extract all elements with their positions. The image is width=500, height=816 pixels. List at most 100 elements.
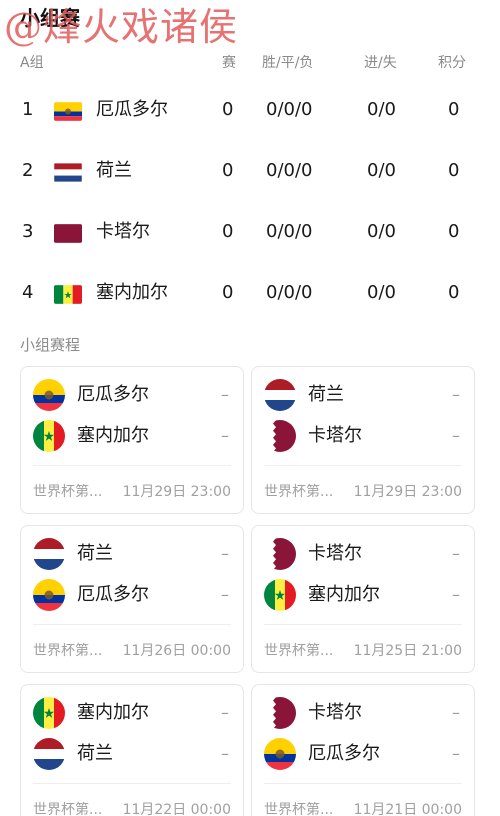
points-value: 0 <box>448 160 460 181</box>
points-value: 0 <box>448 99 460 120</box>
card-divider <box>264 624 462 625</box>
home-score: – <box>221 385 229 404</box>
team-name[interactable]: 卡塔尔 <box>96 220 150 244</box>
home-team-name: 荷兰 <box>308 384 344 405</box>
match-footer: 世界杯第... 11月25日 21:00 <box>264 640 462 662</box>
match-footer: 世界杯第... 11月22日 00:00 <box>33 799 231 816</box>
col-played: 赛 <box>222 55 236 71</box>
rank: 1 <box>22 99 34 120</box>
standings-header: A组 赛 胜/平/负 进/失 积分 <box>0 52 500 71</box>
rank: 2 <box>22 160 34 181</box>
match-home-team: 卡塔尔 – <box>264 697 464 729</box>
qatar-flag-icon <box>54 224 82 243</box>
ecuador-flag-icon <box>264 738 296 770</box>
match-time: 11月25日 21:00 <box>353 643 462 659</box>
card-divider <box>33 465 231 466</box>
away-team-name: 塞内加尔 <box>308 584 380 605</box>
away-team-name: 厄瓜多尔 <box>308 743 380 764</box>
netherlands-flag-icon <box>54 163 82 182</box>
wdl-value: 0/0/0 <box>266 99 313 120</box>
team-name[interactable]: 厄瓜多尔 <box>96 98 168 122</box>
home-score: – <box>221 544 229 563</box>
qatar-flag-icon <box>264 420 296 452</box>
home-score: – <box>452 703 460 722</box>
qatar-flag-icon <box>264 538 296 570</box>
col-gd: 进/失 <box>364 55 397 71</box>
match-footer: 世界杯第... 11月26日 00:00 <box>33 640 231 662</box>
competition-name: 世界杯第... <box>264 643 334 659</box>
match-home-team: 荷兰 – <box>33 538 233 570</box>
goals-value: 0/0 <box>367 160 396 181</box>
netherlands-flag-icon <box>264 379 296 411</box>
ecuador-flag-icon <box>54 102 82 121</box>
competition-name: 世界杯第... <box>33 643 103 659</box>
netherlands-flag-icon <box>33 538 65 570</box>
goals-value: 0/0 <box>367 282 396 303</box>
away-team-name: 卡塔尔 <box>308 425 362 446</box>
match-away-team: 厄瓜多尔 – <box>264 738 464 770</box>
match-card[interactable]: 荷兰 – 厄瓜多尔 – 世界杯第... 11月26日 00:00 <box>20 525 244 673</box>
match-card[interactable]: 卡塔尔 – 厄瓜多尔 – 世界杯第... 11月21日 00:00 <box>251 684 475 816</box>
match-away-team: 荷兰 – <box>33 738 233 770</box>
wdl-value: 0/0/0 <box>266 221 313 242</box>
away-team-name: 厄瓜多尔 <box>77 584 149 605</box>
rank: 4 <box>22 282 34 303</box>
home-team-name: 卡塔尔 <box>308 702 362 723</box>
match-home-team: 卡塔尔 – <box>264 538 464 570</box>
standings-row[interactable]: 4 塞内加尔 0 0/0/0 0/0 0 <box>0 273 500 313</box>
match-footer: 世界杯第... 11月29日 23:00 <box>264 481 462 503</box>
senegal-flag-icon <box>33 697 65 729</box>
standings-row[interactable]: 1 厄瓜多尔 0 0/0/0 0/0 0 <box>0 90 500 130</box>
goals-value: 0/0 <box>367 221 396 242</box>
schedule-title: 小组赛程 <box>20 336 81 354</box>
away-score: – <box>452 744 460 763</box>
competition-name: 世界杯第... <box>33 802 103 816</box>
match-card[interactable]: 塞内加尔 – 荷兰 – 世界杯第... 11月22日 00:00 <box>20 684 244 816</box>
match-away-team: 卡塔尔 – <box>264 420 464 452</box>
points-value: 0 <box>448 282 460 303</box>
card-divider <box>33 783 231 784</box>
standings-row[interactable]: 2 荷兰 0 0/0/0 0/0 0 <box>0 151 500 191</box>
played-value: 0 <box>222 221 234 242</box>
card-divider <box>264 783 462 784</box>
col-pts: 积分 <box>438 55 466 71</box>
match-away-team: 塞内加尔 – <box>33 420 233 452</box>
match-footer: 世界杯第... 11月29日 23:00 <box>33 481 231 503</box>
goals-value: 0/0 <box>367 99 396 120</box>
played-value: 0 <box>222 282 234 303</box>
page-title: 小组赛 <box>20 6 80 30</box>
match-card[interactable]: 卡塔尔 – 塞内加尔 – 世界杯第... 11月25日 21:00 <box>251 525 475 673</box>
col-wdl: 胜/平/负 <box>262 55 314 71</box>
match-away-team: 厄瓜多尔 – <box>33 579 233 611</box>
match-time: 11月29日 23:00 <box>122 484 231 500</box>
card-divider <box>264 465 462 466</box>
home-team-name: 卡塔尔 <box>308 543 362 564</box>
card-divider <box>33 624 231 625</box>
away-score: – <box>221 744 229 763</box>
match-card[interactable]: 厄瓜多尔 – 塞内加尔 – 世界杯第... 11月29日 23:00 <box>20 366 244 514</box>
netherlands-flag-icon <box>33 738 65 770</box>
senegal-flag-icon <box>54 285 82 304</box>
away-score: – <box>221 426 229 445</box>
group-label: A组 <box>20 55 44 71</box>
home-score: – <box>452 544 460 563</box>
ecuador-flag-icon <box>33 579 65 611</box>
competition-name: 世界杯第... <box>33 484 103 500</box>
match-home-team: 荷兰 – <box>264 379 464 411</box>
page-header: 小组赛 <box>20 4 80 34</box>
match-time: 11月21日 00:00 <box>353 802 462 816</box>
away-team-name: 荷兰 <box>77 743 113 764</box>
home-team-name: 塞内加尔 <box>77 702 149 723</box>
ecuador-flag-icon <box>33 379 65 411</box>
played-value: 0 <box>222 99 234 120</box>
standings-row[interactable]: 3 卡塔尔 0 0/0/0 0/0 0 <box>0 212 500 252</box>
team-name[interactable]: 塞内加尔 <box>96 281 168 305</box>
match-away-team: 塞内加尔 – <box>264 579 464 611</box>
away-score: – <box>452 585 460 604</box>
home-score: – <box>221 703 229 722</box>
senegal-flag-icon <box>264 579 296 611</box>
team-name[interactable]: 荷兰 <box>96 159 132 183</box>
match-card[interactable]: 荷兰 – 卡塔尔 – 世界杯第... 11月29日 23:00 <box>251 366 475 514</box>
played-value: 0 <box>222 160 234 181</box>
home-team-name: 荷兰 <box>77 543 113 564</box>
